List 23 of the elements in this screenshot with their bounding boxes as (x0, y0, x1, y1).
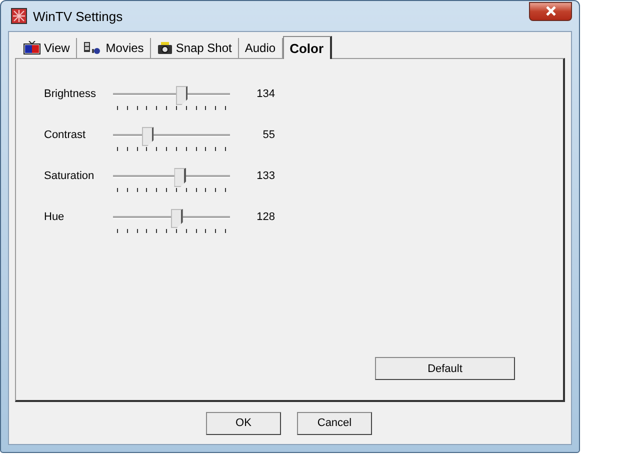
slider-label: Contrast (44, 128, 87, 141)
slider-label: Brightness (44, 87, 97, 100)
slider[interactable] (113, 209, 230, 235)
app-icon (11, 8, 27, 24)
slider-value: 134 (256, 87, 275, 100)
dialog-button[interactable]: OK (206, 412, 281, 434)
slider-value: 128 (256, 210, 275, 223)
slider-value: 55 (262, 128, 275, 141)
slider[interactable] (113, 127, 230, 153)
dialog-button[interactable]: Cancel (297, 412, 372, 434)
film-icon (82, 41, 103, 55)
slider[interactable] (113, 86, 230, 112)
slider-label: Saturation (44, 169, 96, 182)
slider-value: 133 (256, 169, 275, 182)
tv-icon (23, 41, 41, 55)
default-button[interactable]: Default (375, 357, 515, 380)
camera-icon (156, 41, 173, 55)
close-icon (544, 6, 556, 16)
close-button[interactable] (529, 2, 572, 20)
window-title: WinTV Settings (33, 8, 124, 24)
slider-label: Hue (44, 210, 66, 223)
slider[interactable] (113, 168, 230, 194)
tab[interactable]: Color (282, 36, 332, 59)
